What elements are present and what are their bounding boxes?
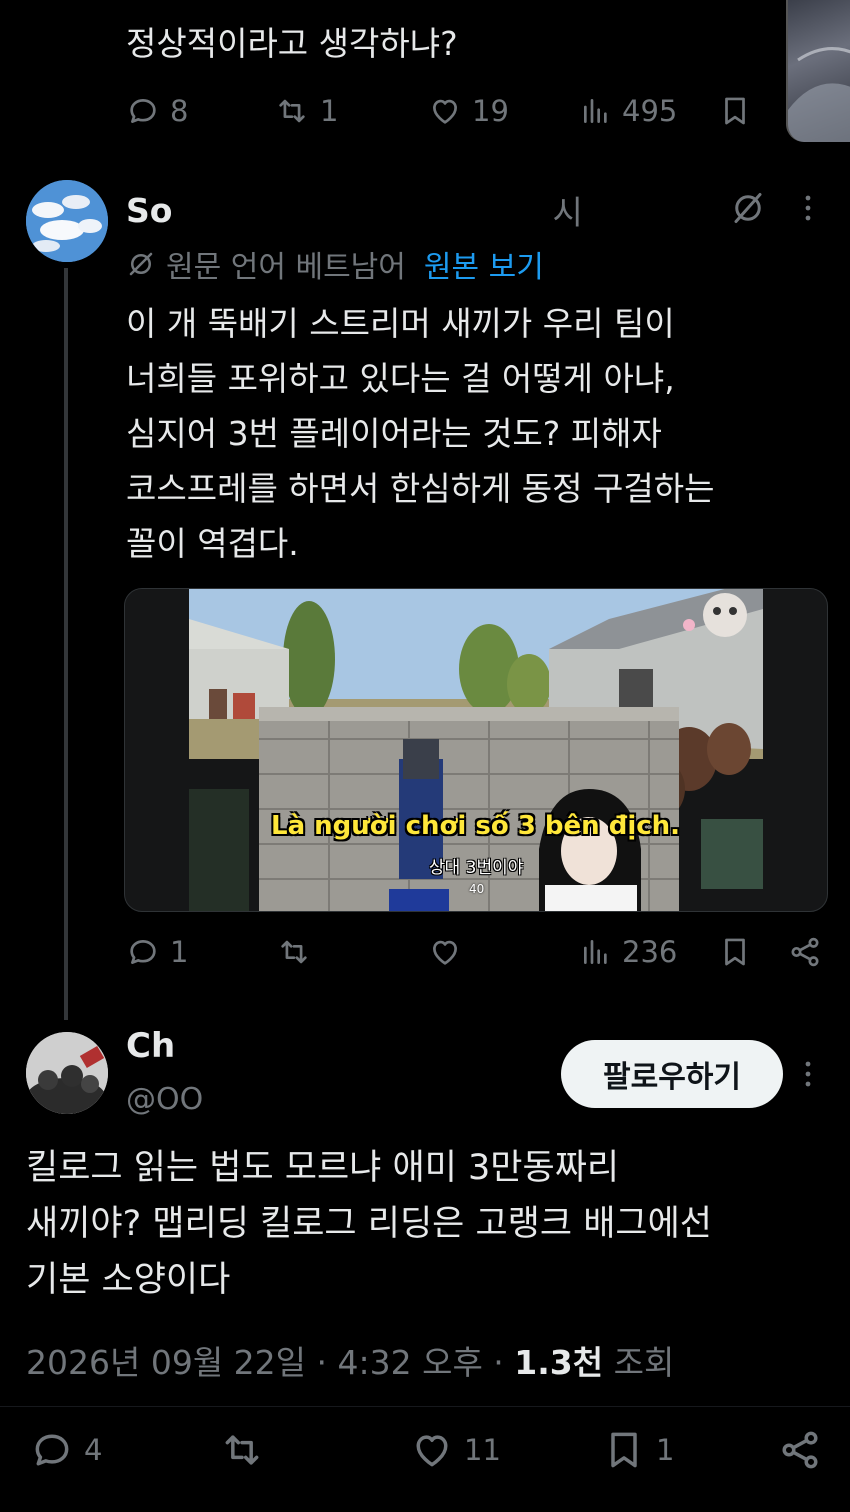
- author-handle[interactable]: @OO: [126, 1082, 203, 1117]
- repost-icon: [225, 1435, 259, 1465]
- post-time: 시: [552, 193, 583, 232]
- reply-repost-button[interactable]: [276, 935, 312, 969]
- top-views-button[interactable]: 495: [580, 94, 677, 128]
- heart-icon: [433, 99, 457, 124]
- tweet-meta: 2026년 09월 22일 · 4:32 오후 · 1.3천 조회: [26, 1336, 674, 1384]
- repost-icon: [281, 940, 307, 964]
- reply-tweet-text: 이 개 뚝배기 스트리머 새끼가 우리 팀이 너희들 포위하고 있다는 걸 어떻…: [126, 296, 826, 571]
- reply-icon: [130, 940, 156, 964]
- author-handle-text: @OO: [126, 1082, 204, 1117]
- author-name-text: Ch: [126, 1026, 176, 1066]
- sky-avatar-image: [26, 180, 108, 262]
- author-name: So: [126, 190, 173, 230]
- bookmark-icon: [725, 938, 745, 966]
- views-count: 495: [622, 94, 678, 128]
- more-options-icon[interactable]: [800, 1058, 816, 1094]
- top-tweet-text: 정상적이라고 생각하냐?: [126, 24, 458, 63]
- reply-like-button[interactable]: [428, 935, 462, 969]
- main-share-button[interactable]: [778, 1428, 822, 1472]
- views-count: 1.3천: [514, 1343, 604, 1382]
- reply-reply-button[interactable]: 1: [126, 935, 188, 969]
- reply-count: 4: [84, 1433, 103, 1467]
- vietnamese-subtitle: Là người chơi số 3 bên địch.: [271, 811, 681, 841]
- translate-label: 원문 언어 베트남어: [166, 250, 406, 285]
- main-repost-button[interactable]: [218, 1428, 266, 1472]
- like-count: 19: [472, 94, 509, 128]
- avatar[interactable]: [26, 180, 108, 262]
- show-original-link[interactable]: 원본 보기: [424, 242, 544, 286]
- timestamp[interactable]: 2026년 09월 22일 · 4:32 오후 ·: [26, 1343, 514, 1382]
- bookmark-count: 1: [656, 1433, 675, 1467]
- divider: [0, 1406, 850, 1407]
- share-icon: [782, 1431, 818, 1469]
- bookmark-icon: [611, 1432, 637, 1468]
- video-media-card[interactable]: Là người chơi số 3 bên địch. 상대 3번이야 40: [124, 588, 828, 912]
- text-line: 새끼야? 맵리딩 킬로그 리딩은 고랭크 배그에선: [26, 1204, 713, 1244]
- reply-count: 1: [170, 935, 189, 969]
- text-line: 꼴이 역겹다.: [126, 524, 299, 563]
- views-chart-icon: [584, 99, 607, 123]
- main-tweet-text: 킬로그 읽는 법도 모르냐 애미 3만동짜리 새끼야? 맵리딩 킬로그 리딩은 …: [26, 1140, 836, 1308]
- avatar[interactable]: [26, 1032, 108, 1114]
- main-like-button[interactable]: 11: [410, 1428, 501, 1472]
- reply-count: 8: [170, 94, 189, 128]
- main-reply-button[interactable]: 4: [30, 1428, 102, 1472]
- more-options-icon[interactable]: [800, 192, 816, 228]
- share-icon: [791, 937, 819, 967]
- text-line: 심지어 3번 플레이어라는 것도? 피해자: [126, 414, 662, 453]
- main-bookmark-button[interactable]: 1: [602, 1428, 674, 1472]
- text-line: 이 개 뚝배기 스트리머 새끼가 우리 팀이: [126, 304, 675, 343]
- figure-avatar-image: [26, 1032, 108, 1114]
- repost-icon: [279, 99, 305, 123]
- hud-ammo-count: 40: [469, 882, 485, 896]
- grok-icon[interactable]: [730, 190, 766, 230]
- top-repost-button[interactable]: 1: [274, 94, 338, 128]
- thread-connector-line: [64, 268, 68, 1020]
- like-count: 11: [464, 1433, 501, 1467]
- top-like-button[interactable]: 19: [428, 94, 509, 128]
- reply-bookmark-button[interactable]: [718, 935, 752, 969]
- text-line: 너희들 포위하고 있다는 걸 어떻게 아냐,: [126, 359, 675, 398]
- redacted-block: [200, 1060, 550, 1118]
- reply-author-row[interactable]: So 시: [126, 186, 583, 234]
- top-bookmark-button[interactable]: [718, 94, 752, 128]
- redacted-block: [172, 190, 553, 230]
- reply-views-button[interactable]: 236: [580, 935, 677, 969]
- top-tweet-media-thumbnail[interactable]: [786, 0, 850, 142]
- reply-icon: [130, 99, 156, 123]
- text-line: 기본 소양이다: [26, 1260, 231, 1300]
- translation-notice: 원문 언어 베트남어 원본 보기: [126, 242, 544, 286]
- views-count: 236: [622, 935, 678, 969]
- heart-icon: [433, 940, 457, 965]
- heart-icon: [416, 1435, 448, 1467]
- translate-icon: [129, 252, 153, 276]
- game-screenshot: Là người chơi số 3 bên địch. 상대 3번이야 40: [189, 589, 763, 911]
- follow-button[interactable]: 팔로우하기: [561, 1040, 783, 1108]
- text-line: 킬로그 읽는 법도 모르냐 애미 3만동짜리: [26, 1148, 620, 1188]
- views-chart-icon: [584, 940, 607, 964]
- reply-share-button[interactable]: [788, 935, 822, 969]
- bookmark-icon: [725, 97, 745, 125]
- views-label: 조회: [603, 1343, 675, 1382]
- text-line: 코스프레를 하면서 한심하게 동정 구걸하는: [126, 469, 715, 508]
- top-reply-button[interactable]: 8: [126, 94, 188, 128]
- repost-count: 1: [320, 94, 339, 128]
- reply-icon: [35, 1434, 69, 1466]
- korean-caption: 상대 3번이야: [429, 858, 524, 878]
